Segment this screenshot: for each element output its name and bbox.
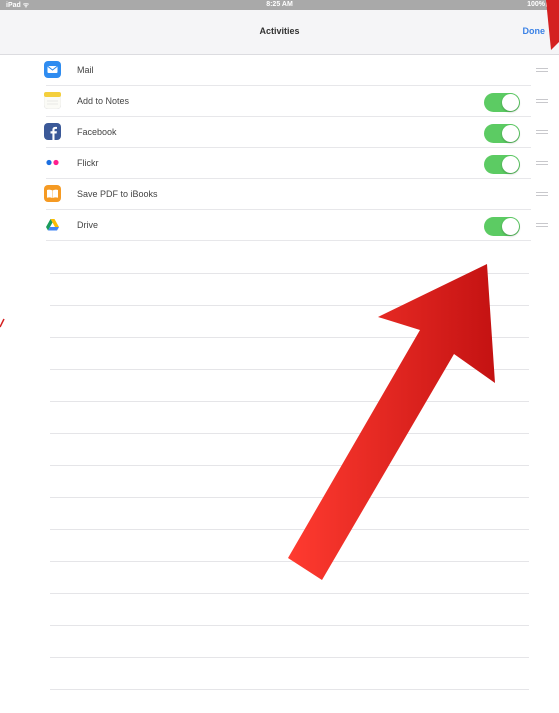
row-divider (46, 240, 531, 241)
empty-row-divider (50, 593, 529, 594)
reorder-handle[interactable] (536, 130, 548, 135)
drive-toggle[interactable] (484, 217, 520, 236)
battery-percent: 100% (527, 1, 545, 8)
activity-row-notes[interactable]: Add to Notes (0, 86, 559, 117)
navigation-bar: Activities Done (0, 10, 559, 55)
flickr-icon (44, 154, 61, 171)
empty-row-divider (50, 369, 529, 370)
ibooks-icon (44, 185, 61, 202)
drive-icon (44, 216, 61, 233)
clock: 8:25 AM (266, 1, 293, 8)
page-title: Activities (259, 26, 300, 36)
activity-row-ibooks[interactable]: Save PDF to iBooks (0, 179, 559, 210)
activity-label: Drive (77, 220, 99, 230)
empty-row-divider (50, 305, 529, 306)
toggle-knob (502, 94, 519, 111)
reorder-handle[interactable] (536, 161, 548, 166)
activity-row-mail[interactable]: Mail (0, 55, 559, 86)
mail-icon (44, 61, 61, 78)
notes-toggle[interactable] (484, 93, 520, 112)
activity-label: Flickr (77, 158, 99, 168)
reorder-handle[interactable] (536, 99, 548, 104)
arrow-up-right-icon (288, 264, 495, 580)
activity-label: Facebook (77, 127, 117, 137)
reorder-handle[interactable] (536, 68, 548, 73)
activity-row-facebook[interactable]: Facebook (0, 117, 559, 148)
arrow-tick-icon (0, 318, 5, 328)
empty-row-divider (50, 657, 529, 658)
facebook-icon (44, 123, 61, 140)
empty-row-divider (50, 561, 529, 562)
toggle-knob (502, 156, 519, 173)
empty-row-divider (50, 625, 529, 626)
notes-icon (43, 91, 62, 110)
activity-row-drive[interactable]: Drive (0, 210, 559, 241)
battery-icon (546, 2, 556, 7)
empty-row-divider (50, 529, 529, 530)
toggle-knob (502, 125, 519, 142)
empty-row-divider (50, 465, 529, 466)
done-button[interactable]: Done (523, 26, 546, 36)
empty-row-divider (50, 497, 529, 498)
activity-label: Save PDF to iBooks (77, 189, 158, 199)
empty-row-divider (50, 433, 529, 434)
reorder-handle[interactable] (536, 192, 548, 197)
activity-label: Add to Notes (77, 96, 130, 106)
status-bar: iPad ᯤ 8:25 AM 100% (0, 0, 559, 10)
empty-row-divider (50, 337, 529, 338)
facebook-toggle[interactable] (484, 124, 520, 143)
activity-row-flickr[interactable]: Flickr (0, 148, 559, 179)
empty-row-divider (50, 401, 529, 402)
flickr-toggle[interactable] (484, 155, 520, 174)
reorder-handle[interactable] (536, 223, 548, 228)
empty-row-divider (50, 689, 529, 690)
activity-label: Mail (77, 65, 94, 75)
toggle-knob (502, 218, 519, 235)
empty-row-divider (50, 273, 529, 274)
